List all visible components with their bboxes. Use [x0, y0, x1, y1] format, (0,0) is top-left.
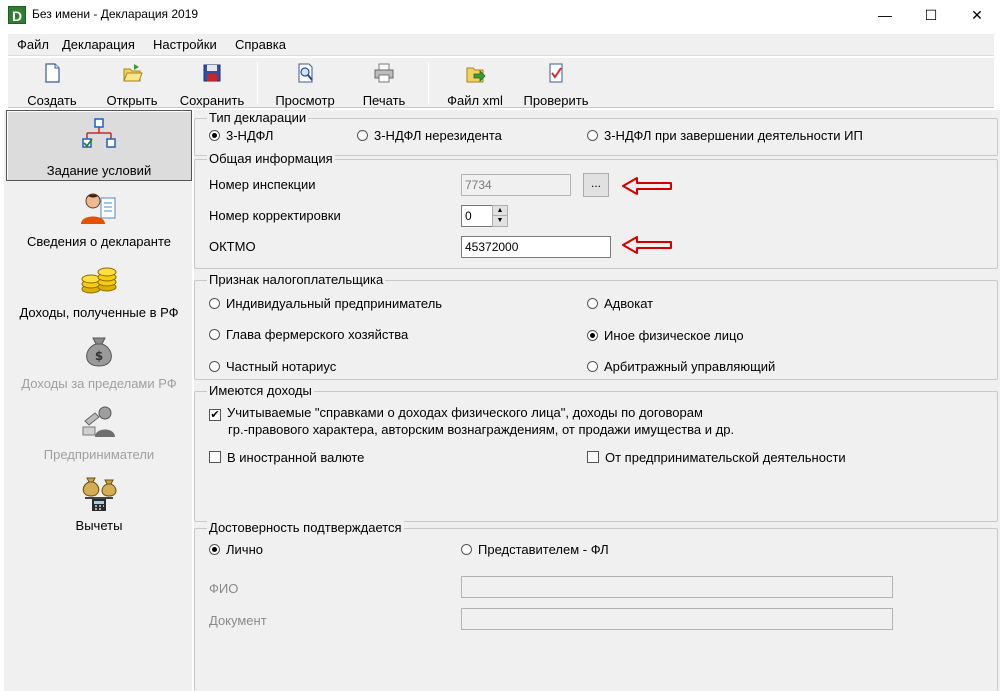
checkbox-certificate-incomes[interactable]: ✔ Учитываемые "справками о доходах физиче… [209, 405, 703, 421]
nav-item-deductions[interactable]: Вычеты [6, 466, 192, 537]
radio-indicator[interactable] [587, 298, 598, 309]
correction-field[interactable]: 0 [461, 205, 493, 227]
minimize-button[interactable]: — [862, 0, 908, 30]
maximize-button[interactable]: ☐ [908, 0, 954, 30]
radio-indicator[interactable] [587, 330, 598, 341]
group-title: Общая информация [207, 151, 335, 166]
open-folder-icon [123, 64, 143, 82]
structure-icon [82, 118, 116, 148]
checkbox-foreign-currency[interactable]: В иностранной валюте [209, 450, 364, 465]
app-icon: D [8, 6, 26, 24]
radio-indicator[interactable] [209, 361, 220, 372]
printer-icon [374, 63, 394, 83]
coins-icon [81, 267, 117, 294]
radio-indicator[interactable] [209, 130, 220, 141]
general-info-group: Общая информация Номер инспекции 7734 ..… [194, 151, 998, 269]
checkbox-indicator[interactable]: ✔ [209, 409, 221, 421]
toolbar-separator [257, 62, 258, 104]
document-field[interactable] [461, 608, 893, 630]
correction-spinner[interactable]: ▲ ▼ [492, 205, 508, 227]
annotation-arrow-icon [622, 236, 672, 254]
title-bar: D Без имени - Декларация 2019 — ☐ ✕ [0, 0, 1000, 30]
nav-item-incomes-rf[interactable]: Доходы, полученные в РФ [6, 253, 192, 324]
radio-3ndfl-nonresident[interactable]: 3-НДФЛ нерезидента [357, 128, 502, 143]
person-icon [81, 193, 116, 224]
floppy-disk-icon [203, 64, 221, 82]
xml-file-button[interactable]: Файл xml [440, 60, 510, 108]
menu-file[interactable]: Файл [17, 37, 49, 52]
checkbox-indicator[interactable] [587, 451, 599, 463]
radio-indicator[interactable] [357, 130, 368, 141]
group-title: Достоверность подтверждается [207, 520, 404, 535]
radio-personally[interactable]: Лично [209, 542, 263, 557]
radio-indicator[interactable] [461, 544, 472, 555]
nav-item-conditions[interactable]: Задание условий [6, 110, 192, 181]
close-button[interactable]: ✕ [954, 0, 1000, 30]
annotation-arrow-icon [622, 177, 672, 195]
radio-indicator[interactable] [209, 298, 220, 309]
spinner-down-icon[interactable]: ▼ [493, 216, 507, 226]
create-button[interactable]: Создать [18, 60, 86, 108]
print-button[interactable]: Печать [352, 60, 416, 108]
nav-item-entrepreneurs[interactable]: Предприниматели [6, 395, 192, 466]
toolbar: Создать Открыть Сохранить Просмотр Печат… [8, 58, 994, 108]
inspection-field[interactable]: 7734 [461, 174, 571, 196]
left-navigation: Задание условий Сведения о декларанте До… [4, 110, 192, 691]
save-button[interactable]: Сохранить [174, 60, 250, 108]
authenticity-group: Достоверность подтверждается Лично Предс… [194, 520, 998, 691]
radio-farm-head[interactable]: Глава фермерского хозяйства [209, 327, 408, 342]
preview-button[interactable]: Просмотр [268, 60, 342, 108]
radio-3ndfl[interactable]: 3-НДФЛ [209, 128, 273, 143]
calculator-icon [82, 477, 117, 511]
svg-text:$: $ [95, 349, 103, 363]
radio-private-notary[interactable]: Частный нотариус [209, 359, 336, 374]
checkbox-indicator[interactable] [209, 451, 221, 463]
new-document-icon [45, 63, 60, 83]
main-content: Тип декларации 3-НДФЛ 3-НДФЛ нерезидента… [194, 110, 1000, 691]
magnifier-document-icon [298, 63, 313, 83]
spinner-up-icon[interactable]: ▲ [493, 206, 507, 216]
radio-indicator[interactable] [587, 130, 598, 141]
correction-label: Номер корректировки [209, 208, 341, 223]
nav-item-declarant[interactable]: Сведения о декларанте [6, 182, 192, 253]
radio-individual-entrepreneur[interactable]: Индивидуальный предприниматель [209, 296, 442, 311]
radio-representative[interactable]: Представителем - ФЛ [461, 542, 609, 557]
menu-declaration[interactable]: Декларация [62, 37, 135, 52]
fio-label: ФИО [209, 581, 239, 596]
open-button[interactable]: Открыть [96, 60, 168, 108]
radio-lawyer[interactable]: Адвокат [587, 296, 653, 311]
menu-help[interactable]: Справка [235, 37, 286, 52]
menu-settings[interactable]: Настройки [153, 37, 217, 52]
incomes-group: Имеются доходы ✔ Учитываемые "справками о… [194, 383, 998, 522]
window-title: Без имени - Декларация 2019 [32, 7, 199, 21]
group-title: Имеются доходы [207, 383, 314, 398]
entrepreneur-icon [82, 406, 115, 437]
money-bag-icon: $ [86, 337, 112, 367]
radio-arbitration-manager[interactable]: Арбитражный управляющий [587, 359, 775, 374]
inspection-label: Номер инспекции [209, 177, 316, 192]
radio-indicator[interactable] [209, 544, 220, 555]
group-title: Признак налогоплательщика [207, 272, 386, 287]
check-button[interactable]: Проверить [518, 60, 594, 108]
certificate-incomes-line2: гр.-правового характера, авторским возна… [228, 422, 735, 437]
radio-other-individual[interactable]: Иное физическое лицо [587, 328, 744, 343]
radio-indicator[interactable] [587, 361, 598, 372]
document-label: Документ [209, 613, 267, 628]
nav-item-incomes-abroad[interactable]: $ Доходы за пределами РФ [6, 324, 192, 395]
toolbar-separator [428, 62, 429, 104]
inspection-browse-button[interactable]: ... [583, 173, 609, 197]
taxpayer-type-group: Признак налогоплательщика Индивидуальный… [194, 272, 998, 380]
checkbox-business-income[interactable]: От предпринимательской деятельности [587, 450, 846, 465]
xml-export-icon [466, 67, 486, 83]
fio-field[interactable] [461, 576, 893, 598]
checklist-icon [549, 63, 563, 83]
radio-indicator[interactable] [209, 329, 220, 340]
radio-3ndfl-ip-termination[interactable]: 3-НДФЛ при завершении деятельности ИП [587, 128, 863, 143]
oktmo-label: ОКТМО [209, 239, 256, 254]
oktmo-field[interactable]: 45372000 [461, 236, 611, 258]
group-title: Тип декларации [207, 110, 309, 125]
menu-bar: Файл Декларация Настройки Справка [8, 34, 994, 56]
